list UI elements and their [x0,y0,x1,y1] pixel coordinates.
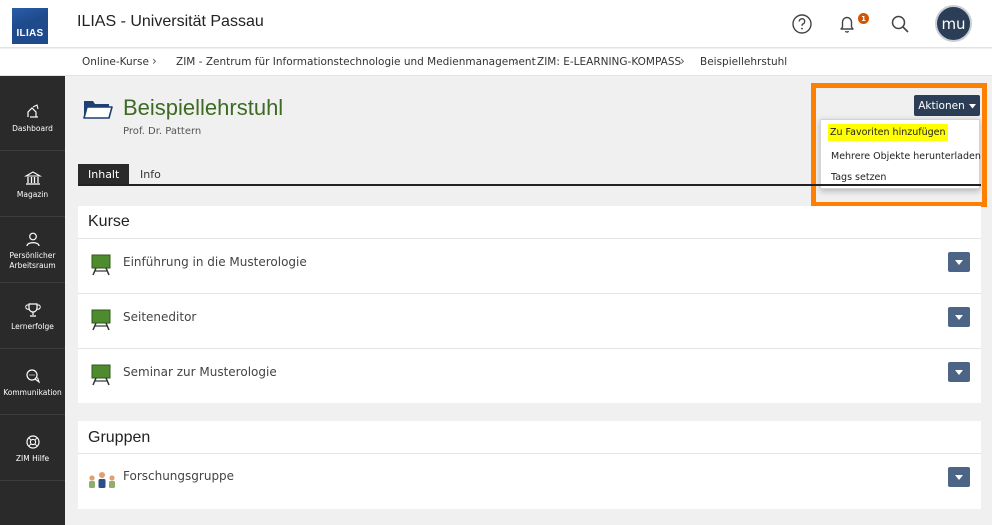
kurse-panel: Kurse Einführung in die Musterologie Sei… [78,206,981,403]
sidebar-item-dashboard[interactable]: Dashboard [0,86,65,151]
group-icon [88,470,116,494]
list-item[interactable]: Seminar zur Musterologie [78,348,981,403]
section-title-kurse: Kurse [88,213,130,230]
list-item-label[interactable]: Einführung in die Musterologie [123,255,307,269]
actions-dropdown-button[interactable]: Aktionen [914,95,980,116]
caret-down-icon [955,314,963,320]
chevron-right-icon: › [514,54,519,68]
page-title: Beispiellehrstuhl [123,95,284,120]
course-icon [91,364,111,390]
ilias-logo[interactable]: ILIAS [12,8,48,44]
chevron-right-icon: › [152,54,157,68]
list-item[interactable]: Forschungsgruppe [78,453,981,508]
caret-down-icon [955,474,963,480]
list-item[interactable]: Einführung in die Musterologie [78,238,981,293]
app-title: ILIAS - Universität Passau [77,13,264,30]
sidebar-item-label: Kommunikation [3,387,62,397]
breadcrumb-item[interactable]: ZIM: E-LEARNING-KOMPASS [537,56,681,68]
top-header: ILIAS ILIAS - Universität Passau 1 mu [0,0,992,48]
page-subtitle: Prof. Dr. Pattern [123,126,202,137]
tabs-divider [78,184,981,186]
tab-info[interactable]: Info [130,164,171,185]
sidebar-item-label: ZIM Hilfe [15,453,50,463]
dashboard-icon [25,103,41,121]
trophy-icon [24,301,41,319]
tab-inhalt[interactable]: Inhalt [78,164,130,185]
list-item-label[interactable]: Forschungsgruppe [123,469,234,483]
course-icon [91,254,111,280]
section-title-gruppen: Gruppen [88,429,151,446]
item-actions-button[interactable] [948,252,970,272]
list-item-label[interactable]: Seiteneditor [123,310,196,324]
sidebar-item-kommunikation[interactable]: Kommunikation [0,350,65,415]
list-item-label[interactable]: Seminar zur Musterologie [123,365,277,379]
breadcrumb-item-current[interactable]: Beispiellehrstuhl [700,56,787,68]
sidebar-item-lernerfolge[interactable]: Lernerfolge [0,284,65,349]
breadcrumb-item[interactable]: ZIM - Zentrum für Informationstechnologi… [176,56,536,68]
search-icon[interactable] [887,11,913,37]
list-item[interactable]: Seiteneditor [78,293,981,348]
sidebar-item-label: Magazin [16,189,49,199]
menu-item-download-multiple[interactable]: Mehrere Objekte herunterladen [830,149,982,164]
sidebar-item-label: Lernerfolge [11,321,54,331]
breadcrumb: Online-Kurse › ZIM - Zentrum für Informa… [0,49,992,76]
notification-badge: 1 [858,13,869,24]
course-icon [91,309,111,335]
breadcrumb-item[interactable]: Online-Kurse [82,56,149,68]
menu-item-set-tags[interactable]: Tags setzen [830,170,887,185]
caret-down-icon [955,369,963,375]
sidebar-item-personal-workspace[interactable]: Persönlicher Arbeitsraum [0,218,65,283]
item-actions-button[interactable] [948,307,970,327]
sidebar-item-magazin[interactable]: Magazin [0,152,65,217]
actions-dropdown-menu: Zu Favoriten hinzufügen Mehrere Objekte … [820,119,982,189]
bell-icon[interactable] [834,11,860,37]
actions-button-label: Aktionen [918,99,965,112]
chat-icon [25,367,41,385]
item-actions-button[interactable] [948,362,970,382]
main-sidebar: Dashboard Magazin Persönlicher Arbeitsra… [0,76,65,525]
sidebar-item-zim-hilfe[interactable]: ZIM Hilfe [0,416,65,481]
user-avatar[interactable]: mu [935,5,972,42]
lifebuoy-icon [25,433,41,451]
folder-icon [83,98,113,124]
gruppen-panel: Gruppen Forschungsgruppe [78,421,981,509]
user-icon [25,230,41,248]
caret-down-icon [955,259,963,265]
item-actions-button[interactable] [948,467,970,487]
chevron-right-icon: › [680,54,685,68]
library-icon [23,169,42,187]
sidebar-item-label: Persönlicher Arbeitsraum [9,250,56,270]
logo-text: ILIAS [16,28,44,39]
sidebar-item-label: Dashboard [12,123,53,133]
help-icon[interactable] [789,11,815,37]
menu-item-add-favorite[interactable]: Zu Favoriten hinzufügen [828,124,948,141]
caret-down-icon [968,100,976,112]
